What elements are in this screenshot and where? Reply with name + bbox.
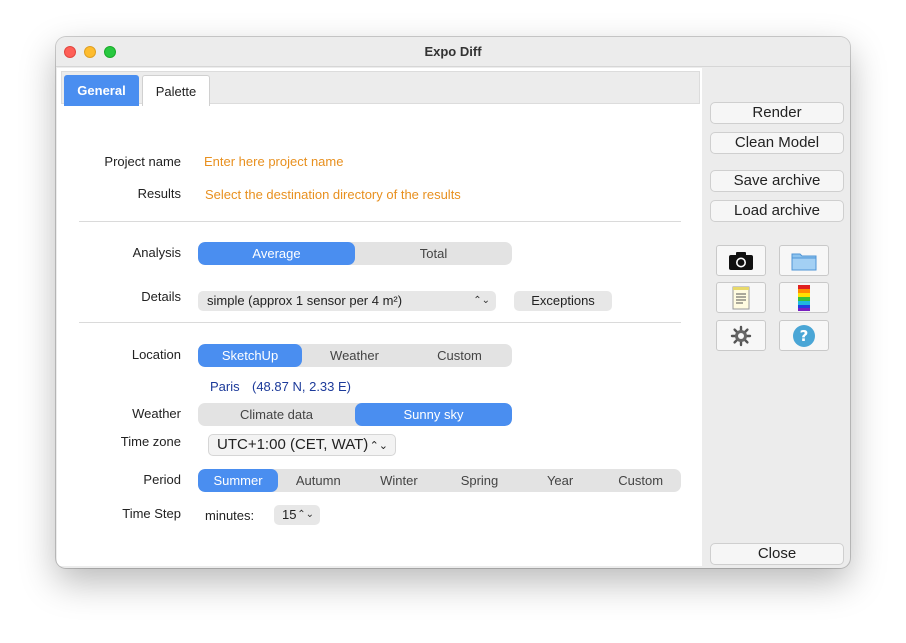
- settings-button[interactable]: [716, 320, 766, 351]
- exceptions-button[interactable]: Exceptions: [514, 291, 612, 311]
- analysis-total[interactable]: Total: [355, 242, 512, 265]
- clean-model-button[interactable]: Clean Model: [710, 132, 844, 154]
- analysis-label: Analysis: [132, 245, 181, 260]
- svg-text:?: ?: [800, 327, 809, 345]
- tab-palette[interactable]: Palette: [142, 75, 210, 106]
- color-scale-icon: [798, 284, 810, 311]
- title-bar: Expo Diff: [56, 37, 850, 67]
- weather-segmented-control: Climate data Sunny sky: [198, 403, 512, 426]
- divider: [79, 221, 681, 222]
- close-button[interactable]: Close: [710, 543, 844, 565]
- location-coordinates: (48.87 N, 2.33 E): [252, 379, 351, 394]
- app-window: Expo Diff General Palette Project name E…: [56, 37, 850, 568]
- weather-label: Weather: [132, 406, 181, 421]
- period-spring[interactable]: Spring: [439, 469, 520, 492]
- folder-icon: [791, 253, 817, 270]
- minutes-label: minutes:: [205, 508, 255, 523]
- help-icon: ?: [793, 324, 815, 347]
- load-archive-button[interactable]: Load archive: [710, 200, 844, 222]
- location-sketchup[interactable]: SketchUp: [198, 344, 302, 367]
- details-value: simple (approx 1 sensor per 4 m²): [207, 293, 403, 308]
- period-year[interactable]: Year: [520, 469, 601, 492]
- analysis-segmented-control: Average Total: [198, 242, 512, 265]
- close-window-icon[interactable]: [64, 46, 76, 58]
- notes-icon: [732, 286, 750, 309]
- results-directory-input[interactable]: Select the destination directory of the …: [205, 187, 461, 202]
- tab-bar: General Palette: [61, 71, 700, 106]
- notes-button[interactable]: [716, 282, 766, 313]
- updown-chevron-icon: ⌃⌄: [297, 509, 314, 520]
- period-segmented-control: Summer Autumn Winter Spring Year Custom: [198, 469, 681, 492]
- analysis-average[interactable]: Average: [198, 242, 355, 265]
- divider: [79, 322, 681, 323]
- period-autumn[interactable]: Autumn: [278, 469, 359, 492]
- timestep-label: Time Step: [122, 506, 181, 521]
- weather-climate-data[interactable]: Climate data: [198, 403, 355, 426]
- gear-icon: [730, 325, 752, 346]
- color-scale-button[interactable]: [779, 282, 829, 313]
- minimize-window-icon[interactable]: [84, 46, 96, 58]
- details-label: Details: [141, 289, 181, 304]
- period-label: Period: [143, 472, 181, 487]
- minutes-stepper[interactable]: 15 ⌃⌄: [274, 505, 320, 525]
- timezone-value: UTC+1:00 (CET, WAT): [217, 436, 369, 453]
- details-select[interactable]: simple (approx 1 sensor per 4 m²) ⌃⌄: [198, 291, 496, 311]
- tab-general[interactable]: General: [64, 75, 139, 106]
- render-button[interactable]: Render: [710, 102, 844, 124]
- weather-sunny-sky[interactable]: Sunny sky: [355, 403, 512, 426]
- window-title: Expo Diff: [424, 44, 482, 59]
- main-panel: General Palette Project name Enter here …: [57, 68, 702, 566]
- camera-icon: [729, 251, 753, 270]
- help-button[interactable]: ?: [779, 320, 829, 351]
- timezone-select[interactable]: UTC+1:00 (CET, WAT) ⌃⌄: [208, 434, 396, 456]
- minutes-value: 15: [282, 507, 297, 522]
- period-summer[interactable]: Summer: [198, 469, 278, 492]
- timezone-label: Time zone: [120, 434, 181, 449]
- period-custom[interactable]: Custom: [600, 469, 681, 492]
- location-weather[interactable]: Weather: [302, 344, 407, 367]
- folder-button[interactable]: [779, 245, 829, 276]
- period-winter[interactable]: Winter: [359, 469, 440, 492]
- project-name-label: Project name: [104, 154, 181, 169]
- location-label: Location: [131, 347, 181, 362]
- camera-button[interactable]: [716, 245, 766, 276]
- results-label: Results: [137, 186, 181, 201]
- location-segmented-control: SketchUp Weather Custom: [198, 344, 512, 367]
- maximize-window-icon[interactable]: [104, 46, 116, 58]
- location-custom[interactable]: Custom: [407, 344, 512, 367]
- location-city: Paris: [210, 379, 240, 394]
- save-archive-button[interactable]: Save archive: [710, 170, 844, 192]
- updown-chevron-icon: ⌃⌄: [369, 440, 388, 452]
- updown-chevron-icon: ⌃⌄: [473, 295, 490, 306]
- project-name-input[interactable]: Enter here project name: [204, 154, 343, 169]
